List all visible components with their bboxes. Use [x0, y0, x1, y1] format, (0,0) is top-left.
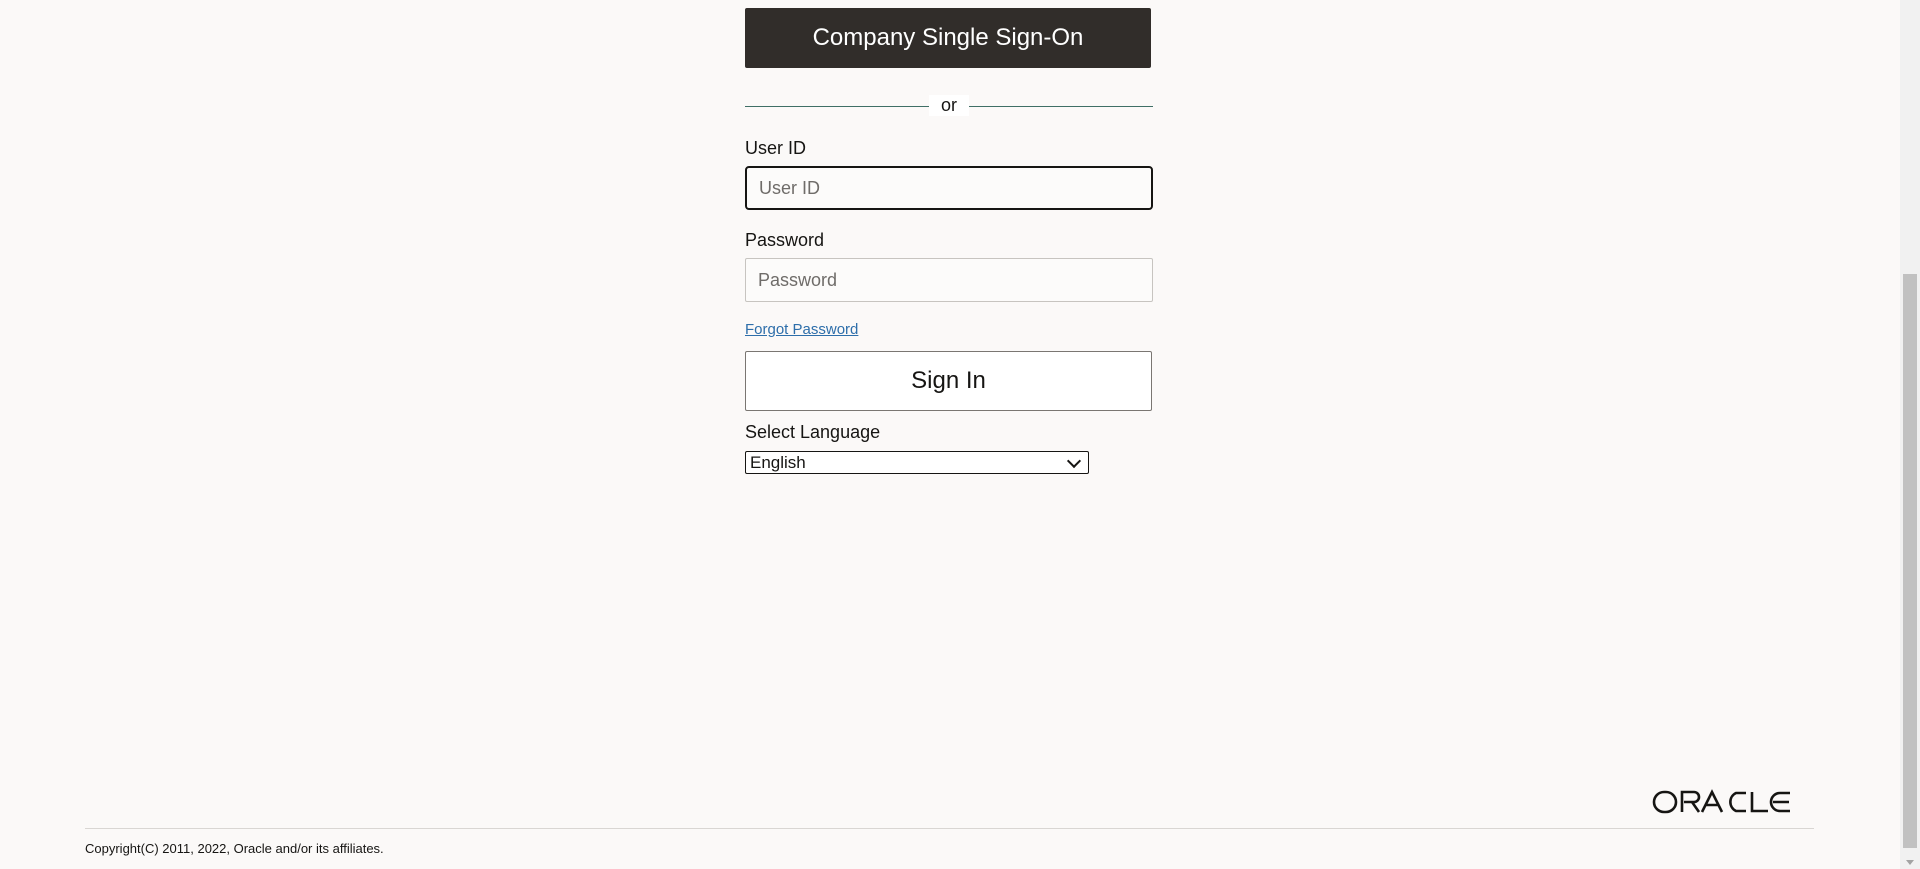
login-page: Company Single Sign-On or User ID Passwo…: [0, 0, 1920, 869]
divider-line-right: [969, 106, 1153, 107]
vertical-scrollbar[interactable]: [1900, 0, 1920, 869]
login-form: Company Single Sign-On or User ID Passwo…: [745, 8, 1153, 474]
sign-in-button[interactable]: Sign In: [745, 351, 1152, 411]
password-label: Password: [745, 230, 825, 250]
divider-line-left: [745, 106, 929, 107]
scrollbar-thumb[interactable]: [1903, 274, 1917, 848]
user-id-input[interactable]: [745, 166, 1153, 210]
footer-divider: [85, 828, 1814, 829]
oracle-logo: [1652, 789, 1790, 814]
forgot-password-link[interactable]: Forgot Password: [745, 321, 858, 338]
language-selected-value: English: [750, 452, 806, 472]
language-select[interactable]: English: [745, 451, 1089, 474]
chevron-down-icon: [1066, 453, 1082, 468]
password-input[interactable]: [745, 258, 1153, 302]
scroll-down-arrow-icon[interactable]: [1906, 860, 1914, 865]
user-id-label: User ID: [745, 138, 807, 158]
copyright-text: Copyright(C) 2011, 2022, Oracle and/or i…: [85, 841, 384, 856]
divider-text: or: [929, 95, 969, 116]
or-divider: or: [745, 95, 1153, 116]
select-language-label: Select Language: [745, 422, 881, 442]
company-sso-button[interactable]: Company Single Sign-On: [745, 8, 1151, 68]
